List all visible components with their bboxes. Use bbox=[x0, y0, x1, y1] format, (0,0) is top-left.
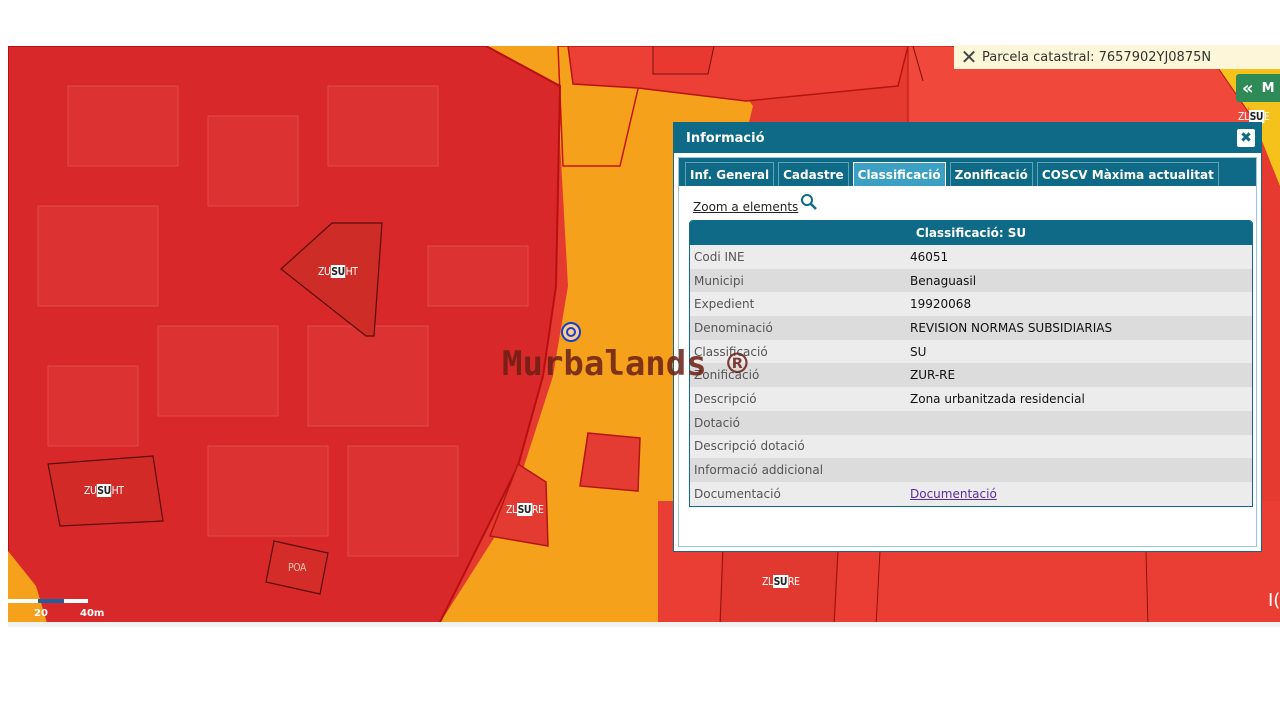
row-value: ZUR-RE bbox=[910, 368, 956, 383]
row-key: Municipi bbox=[694, 273, 744, 288]
scale-segment bbox=[8, 599, 38, 603]
table-row: Denominació REVISION NORMAS SUBSIDIARIAS bbox=[690, 316, 1252, 340]
row-value: SU bbox=[910, 344, 927, 359]
row-key: Denominació bbox=[694, 320, 773, 335]
location-marker[interactable] bbox=[561, 322, 581, 342]
info-dialog-title: Informació bbox=[686, 130, 765, 146]
watermark: Murbalands ® bbox=[502, 344, 748, 384]
zone-suffix: HT bbox=[111, 484, 124, 497]
tab-classificacio[interactable]: Classificació bbox=[852, 162, 946, 186]
close-icon[interactable]: ✕ bbox=[958, 45, 980, 69]
classification-table-header: Classificació: SU bbox=[690, 221, 1252, 245]
row-key: Dotació bbox=[694, 415, 740, 430]
table-row: Zonificació ZUR-RE bbox=[690, 363, 1252, 388]
zone-label-zu-su-ht: ZUSUHT bbox=[318, 265, 358, 278]
info-dialog: Informació ✖ Inf. General Cadastre Class… bbox=[673, 122, 1262, 552]
table-row: Expedient 19920068 bbox=[690, 292, 1252, 317]
parcel-label: Parcela catastral: 7657902YJ0875N bbox=[982, 49, 1212, 65]
row-key: Descripció dotació bbox=[694, 439, 805, 454]
info-dialog-body: Inf. General Cadastre Classificació Zoni… bbox=[678, 157, 1257, 547]
zone-prefix: ZL bbox=[762, 575, 773, 588]
row-key: Documentació bbox=[694, 486, 781, 501]
row-key: Informació addicional bbox=[694, 463, 824, 478]
panel-toggle-label: M bbox=[1261, 80, 1275, 96]
table-row: Dotació bbox=[690, 410, 1252, 435]
table-row: Descripció Zona urbanitzada residencial bbox=[690, 387, 1252, 411]
zone-suffix: RE bbox=[531, 503, 544, 516]
documentation-link[interactable]: Documentació bbox=[910, 487, 997, 501]
zoom-link-label: Zoom a elements bbox=[693, 200, 799, 214]
panel-toggle-button[interactable]: « M bbox=[1236, 74, 1280, 102]
scale-label-a: 20 bbox=[34, 608, 48, 619]
row-value: REVISION NORMAS SUBSIDIARIAS bbox=[910, 320, 1113, 335]
tab-bar: Inf. General Cadastre Classificació Zoni… bbox=[679, 158, 1256, 186]
zone-prefix: ZL bbox=[506, 503, 517, 516]
row-key: Codi INE bbox=[694, 249, 745, 264]
tab-inf-general[interactable]: Inf. General bbox=[685, 162, 775, 186]
table-row: Informació addicional bbox=[690, 458, 1252, 482]
map-bottom-edge bbox=[8, 622, 1280, 627]
zone-label-poa: POA bbox=[288, 561, 306, 574]
edge-icon: I( bbox=[1268, 590, 1280, 611]
table-body: Codi INE 46051 Municipi Benaguasil Expedie… bbox=[690, 245, 1252, 506]
info-dialog-header[interactable]: Informació ✖ bbox=[674, 123, 1261, 153]
double-chevron-left-icon: « bbox=[1242, 77, 1254, 99]
zone-suffix: HT bbox=[345, 265, 358, 278]
parcel-bar: ✕ Parcela catastral: 7657902YJ0875N bbox=[954, 45, 1280, 69]
zone-prefix: ZU bbox=[84, 484, 97, 497]
table-row: Documentació Documentació bbox=[690, 481, 1252, 506]
row-value: 46051 bbox=[910, 249, 949, 264]
classification-table: Classificació: SU Codi INE 46051 Municipi… bbox=[689, 220, 1253, 507]
zone-class: SU bbox=[516, 503, 532, 516]
zone-suffix: RE bbox=[787, 575, 800, 588]
header-value: SU bbox=[1007, 226, 1027, 240]
row-key: Descripció bbox=[694, 391, 757, 406]
zoom-to-elements-link[interactable]: Zoom a elements bbox=[693, 194, 818, 214]
zone-class: SU bbox=[772, 575, 788, 588]
header-prefix: Classificació: bbox=[915, 226, 1004, 240]
table-row: Codi INE 46051 bbox=[690, 245, 1252, 269]
tab-coscv[interactable]: COSCV Màxima actualitat bbox=[1036, 162, 1219, 186]
zone-label-zl-su-re-2: ZLSURE bbox=[762, 575, 800, 588]
table-row: Municipi Benaguasil bbox=[690, 268, 1252, 293]
close-icon[interactable]: ✖ bbox=[1237, 129, 1255, 147]
zone-label-zu-su-ht-2: ZUSUHT bbox=[84, 484, 124, 497]
tab-cadastre[interactable]: Cadastre bbox=[778, 162, 849, 186]
zone-class: SU bbox=[330, 265, 346, 278]
zone-label-zl-su-re: ZLSURE bbox=[506, 503, 544, 516]
zone-class: SU bbox=[96, 484, 112, 497]
zone-prefix: ZU bbox=[318, 265, 331, 278]
scale-segment bbox=[38, 599, 64, 603]
row-value: Zona urbanitzada residencial bbox=[910, 391, 1085, 406]
row-value: Benaguasil bbox=[910, 273, 977, 288]
row-key: Expedient bbox=[694, 297, 755, 312]
scale-label-b: 40m bbox=[80, 608, 105, 619]
table-row: Descripció dotació bbox=[690, 434, 1252, 459]
table-row: Classificació SU bbox=[690, 339, 1252, 364]
search-icon bbox=[801, 194, 818, 210]
scale-segment bbox=[64, 599, 88, 603]
tab-zonificacio[interactable]: Zonificació bbox=[949, 162, 1033, 186]
row-value: 19920068 bbox=[910, 297, 972, 312]
zone-suffix: E bbox=[1263, 110, 1270, 123]
